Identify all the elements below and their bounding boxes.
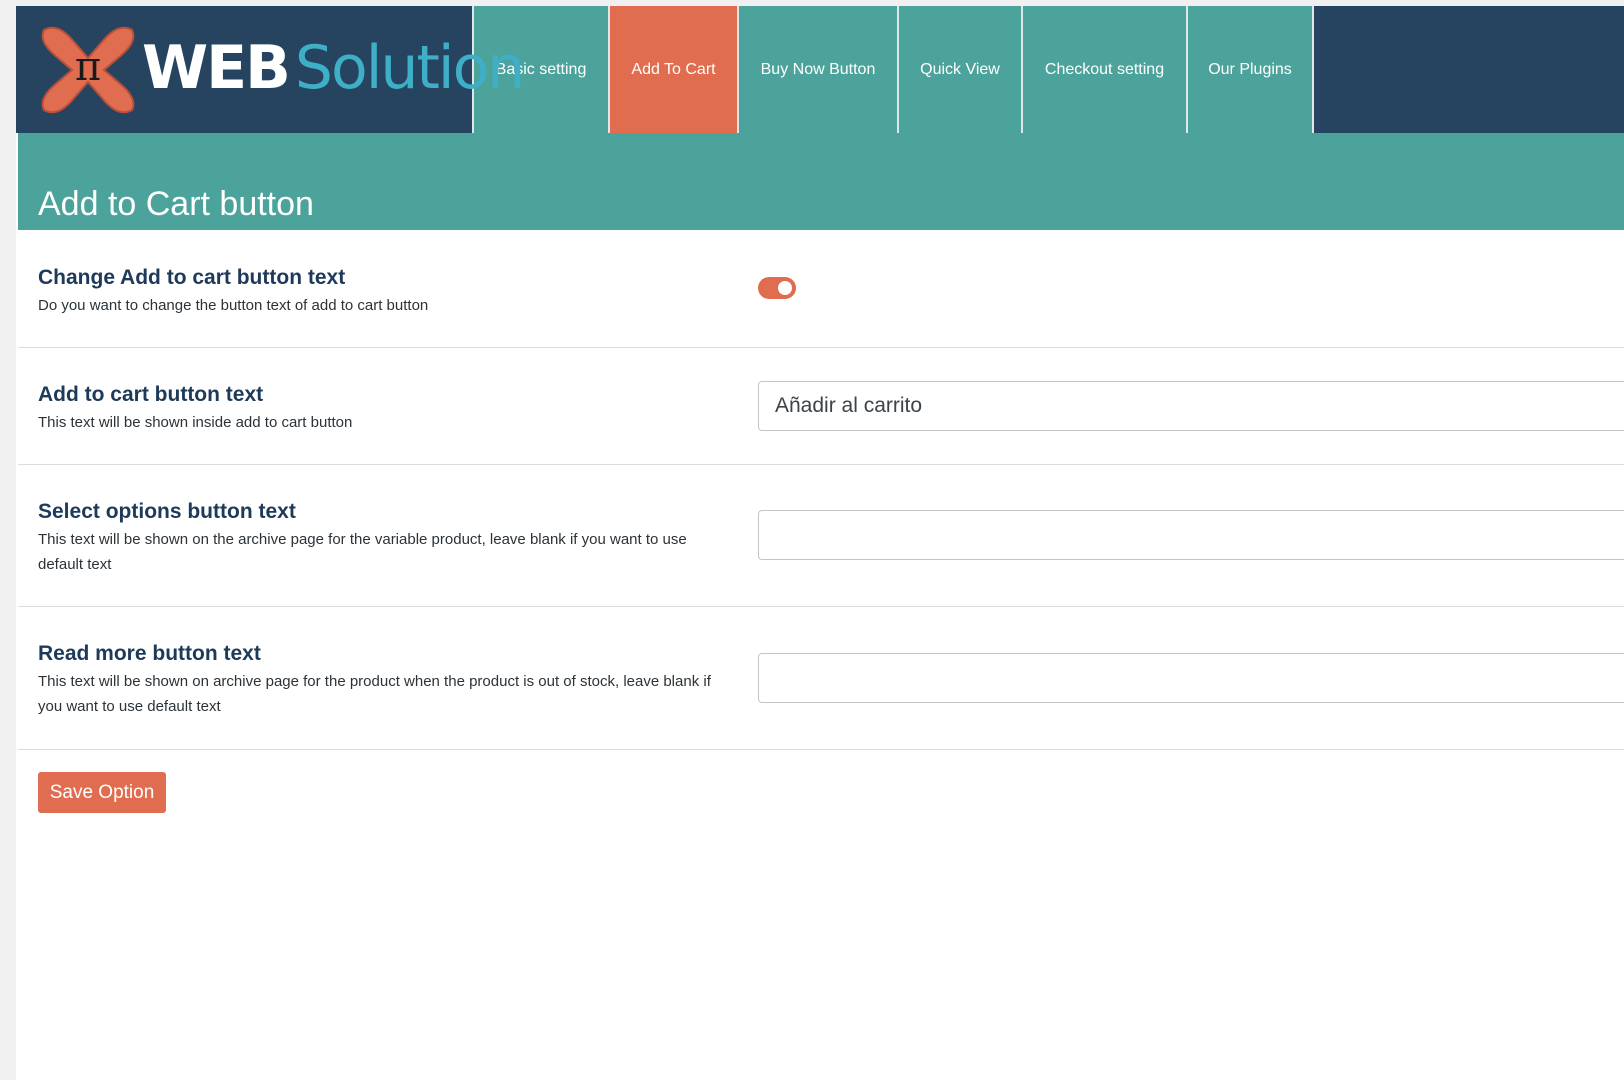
save-option-button[interactable]: Save Option <box>38 772 166 813</box>
setting-label-group: Add to cart button text This text will b… <box>38 382 728 435</box>
toggle-knob <box>778 281 792 295</box>
settings-tabs: Basic setting Add To Cart Buy Now Button… <box>472 6 1314 133</box>
logo-solution-text: Solution <box>294 33 525 103</box>
tab-checkout-setting[interactable]: Checkout setting <box>1021 6 1186 133</box>
logo-web-text: WEB <box>142 33 291 103</box>
change-text-toggle[interactable] <box>758 277 796 299</box>
setting-label-group: Read more button text This text will be … <box>38 641 728 719</box>
tab-our-plugins[interactable]: Our Plugins <box>1186 6 1314 133</box>
brand-logo: π WEB Solution <box>16 6 525 133</box>
add-to-cart-text-input[interactable] <box>758 381 1624 431</box>
logo-pi-symbol: π <box>75 44 101 90</box>
setting-row-read-more-text: Read more button text This text will be … <box>18 607 1624 750</box>
setting-description: This text will be shown on archive page … <box>38 673 711 715</box>
setting-description: This text will be shown on the archive p… <box>38 531 687 573</box>
section-header: Add to Cart button <box>18 133 1624 230</box>
setting-title: Select options button text <box>38 500 296 523</box>
read-more-text-input[interactable] <box>758 653 1624 703</box>
setting-description: Do you want to change the button text of… <box>38 297 429 314</box>
setting-title: Add to cart button text <box>38 383 264 406</box>
select-options-text-input[interactable] <box>758 510 1624 560</box>
setting-row-add-to-cart-text: Add to cart button text This text will b… <box>18 348 1624 465</box>
tab-buy-now-button[interactable]: Buy Now Button <box>737 6 897 133</box>
logo-wordmark: WEB Solution <box>142 32 525 104</box>
top-nav-bar: π WEB Solution Basic setting Add To Cart … <box>16 6 1624 133</box>
tab-add-to-cart[interactable]: Add To Cart <box>608 6 737 133</box>
setting-label-group: Select options button text This text wil… <box>38 499 728 577</box>
pi-x-logo-icon: π <box>41 26 135 114</box>
setting-label-group: Change Add to cart button text Do you wa… <box>38 265 728 318</box>
setting-description: This text will be shown inside add to ca… <box>38 414 353 431</box>
tab-quick-view[interactable]: Quick View <box>897 6 1021 133</box>
page-title: Add to Cart button <box>38 184 314 223</box>
setting-row-select-options-text: Select options button text This text wil… <box>18 465 1624 607</box>
setting-title: Read more button text <box>38 642 261 665</box>
setting-row-change-text: Change Add to cart button text Do you wa… <box>18 230 1624 348</box>
plugin-settings-frame: π WEB Solution Basic setting Add To Cart … <box>16 6 1624 1080</box>
setting-title: Change Add to cart button text <box>38 266 346 289</box>
